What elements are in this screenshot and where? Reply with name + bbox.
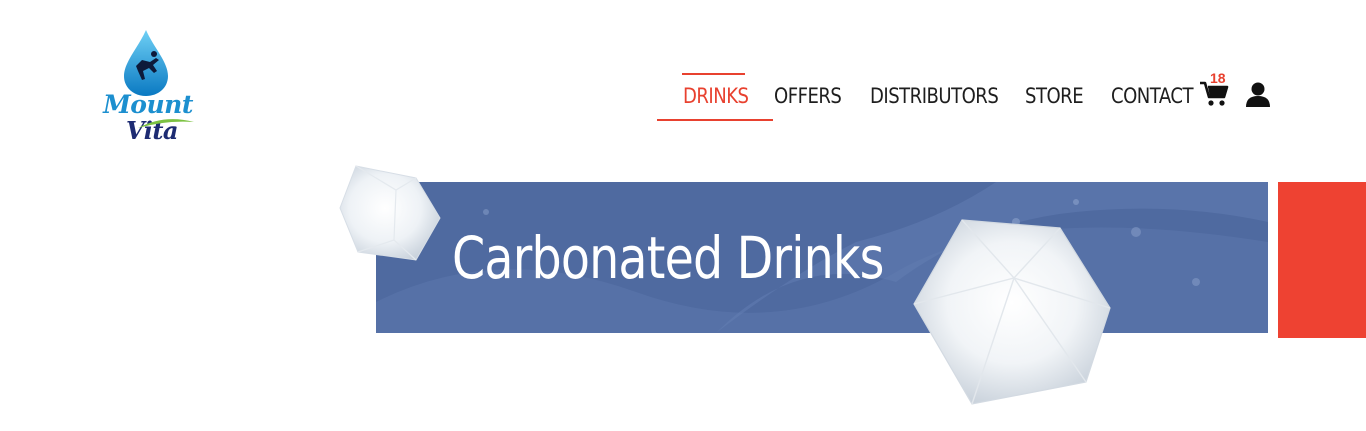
ice-cube-image xyxy=(339,165,441,261)
brand-logo[interactable]: Mount Vita xyxy=(96,28,200,148)
accent-block xyxy=(1278,182,1366,338)
nav-drinks[interactable]: DRINKS xyxy=(683,84,749,108)
user-icon xyxy=(1246,82,1270,107)
nav-offers[interactable]: OFFERS xyxy=(774,84,842,108)
cart-count-badge: 18 xyxy=(1210,70,1226,86)
logo-swoosh xyxy=(138,119,194,128)
logo-text-mount: Mount xyxy=(103,90,193,119)
nav-contact[interactable]: CONTACT xyxy=(1111,84,1194,108)
water-drop-icon xyxy=(124,30,168,96)
nav-store[interactable]: STORE xyxy=(1025,84,1084,108)
active-tab-indicator-bottom xyxy=(657,119,773,121)
account-button[interactable] xyxy=(1245,82,1271,108)
nav-distributors[interactable]: DISTRIBUTORS xyxy=(870,84,999,108)
active-tab-indicator-top xyxy=(682,73,745,75)
ice-cube-image xyxy=(913,219,1111,405)
page-title: Carbonated Drinks xyxy=(452,224,884,292)
